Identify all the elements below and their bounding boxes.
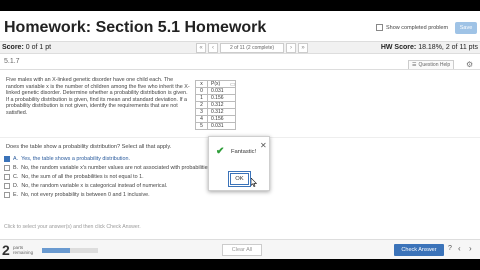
option-c-checkbox[interactable]	[4, 173, 10, 180]
option-letter: C.	[13, 173, 19, 180]
score-label: Score:	[2, 44, 24, 51]
table-row: 1 0.156	[195, 94, 236, 102]
option-e[interactable]: E. No, not every probability is between …	[4, 190, 212, 199]
instructions: Click to select your answer(s) and then …	[4, 224, 141, 230]
question-navigator: « ‹ 2 of 11 (2 complete) › »	[196, 43, 308, 53]
table-header-x: x	[195, 80, 208, 88]
option-a[interactable]: A. Yes, the table shows a probability di…	[4, 154, 212, 163]
show-completed-checkbox[interactable]	[376, 24, 383, 31]
feedback-popup: ✔ Fantastic! ✕ OK	[208, 136, 270, 191]
show-completed-toggle[interactable]: Show completed problem	[376, 24, 448, 31]
parts-label-line2: remaining	[13, 250, 34, 255]
hw-score-value: 18.18%, 2 of 11 pts	[418, 44, 478, 51]
bottom-bar: 2 parts remaining Clear All Check Answer…	[0, 239, 480, 259]
list-icon: ☰	[412, 62, 417, 68]
progress-bar	[42, 248, 98, 253]
hw-score-label: HW Score:	[380, 44, 417, 51]
progress-fill	[42, 248, 70, 253]
homework-page: Homework: Section 5.1 Homework Show comp…	[0, 11, 480, 259]
p-cell: 0.031	[207, 122, 236, 130]
option-b-checkbox[interactable]	[4, 164, 10, 171]
next-question-button[interactable]: ›	[286, 43, 296, 53]
table-row: 4 0.156	[195, 115, 236, 123]
x-cell: 0	[195, 87, 208, 95]
x-cell: 3	[195, 108, 208, 116]
check-answer-button[interactable]: Check Answer	[394, 244, 444, 256]
save-button[interactable]: Save	[455, 22, 477, 34]
option-text: No, the random variable x's number value…	[21, 164, 212, 171]
x-cell: 5	[195, 122, 208, 130]
answer-options: A. Yes, the table shows a probability di…	[4, 154, 212, 199]
option-d[interactable]: D. No, the random variable x is categori…	[4, 181, 212, 190]
question-select[interactable]: 2 of 11 (2 complete)	[220, 43, 284, 53]
page-title: Homework: Section 5.1 Homework	[4, 19, 267, 36]
option-b[interactable]: B. No, the random variable x's number va…	[4, 163, 212, 172]
question-help-label: Question Help	[418, 62, 451, 68]
p-cell: 0.156	[207, 115, 236, 123]
score-value: 0 of 1 pt	[25, 44, 52, 51]
parts-remaining-label: parts remaining	[13, 245, 33, 255]
option-text: No, the sum of all the probabilities is …	[21, 173, 144, 180]
p-cell: 0.312	[207, 101, 236, 109]
prev-question-button[interactable]: ‹	[208, 43, 218, 53]
option-text: Yes, the table shows a probability distr…	[21, 155, 130, 162]
option-d-checkbox[interactable]	[4, 182, 10, 189]
p-cell: 0.031	[207, 87, 236, 95]
x-cell: 1	[195, 94, 208, 102]
table-row: 3 0.312	[195, 108, 236, 116]
x-cell: 2	[195, 101, 208, 109]
gear-icon[interactable]: ⚙	[466, 60, 473, 69]
last-question-button[interactable]: »	[298, 43, 308, 53]
checkmark-icon: ✔	[216, 146, 225, 157]
score-bar: Score: 0 of 1 pt « ‹ 2 of 11 (2 complete…	[0, 41, 480, 54]
p-cell: 0.312	[207, 108, 236, 116]
p-cell: 0.156	[207, 94, 236, 102]
close-icon[interactable]: ✕	[260, 141, 267, 150]
show-completed-label: Show completed problem	[386, 24, 449, 31]
option-e-checkbox[interactable]	[4, 191, 10, 198]
help-icon[interactable]: ?	[448, 245, 452, 252]
feedback-message: Fantastic!	[231, 149, 257, 155]
x-cell: 4	[195, 115, 208, 123]
option-c[interactable]: C. No, the sum of all the probabilities …	[4, 172, 212, 181]
table-row: 2 0.312	[195, 101, 236, 109]
question-prompt: Does the table show a probability distri…	[6, 144, 172, 150]
option-letter: B.	[13, 164, 19, 171]
table-row: 5 0.031	[195, 122, 236, 130]
video-frame: Homework: Section 5.1 Homework Show comp…	[0, 0, 480, 270]
cursor-icon	[251, 178, 257, 187]
hw-score: HW Score: 18.18%, 2 of 11 pts	[381, 44, 478, 51]
table-row: 0 0.031	[195, 87, 236, 95]
score: Score: 0 of 1 pt	[2, 44, 51, 51]
question-number: 5.1.7	[4, 58, 20, 65]
chevron-left-icon[interactable]: ‹	[458, 244, 461, 253]
option-text: No, not every probability is between 0 a…	[21, 191, 150, 198]
option-letter: E.	[13, 191, 19, 198]
chevron-right-icon[interactable]: ›	[469, 244, 472, 253]
option-text: No, the random variable x is categorical…	[21, 182, 168, 189]
option-letter: A.	[13, 155, 19, 162]
first-question-button[interactable]: «	[196, 43, 206, 53]
problem-text: Five males with an X-linked genetic diso…	[6, 77, 190, 116]
clear-all-button[interactable]: Clear All	[222, 244, 262, 256]
option-letter: D.	[13, 182, 19, 189]
ok-button[interactable]: OK	[228, 171, 251, 187]
parts-remaining-count: 2	[2, 242, 10, 258]
table-copy-icon[interactable]: ▭	[230, 81, 236, 88]
option-a-checkbox[interactable]	[4, 155, 10, 162]
divider	[0, 69, 480, 70]
